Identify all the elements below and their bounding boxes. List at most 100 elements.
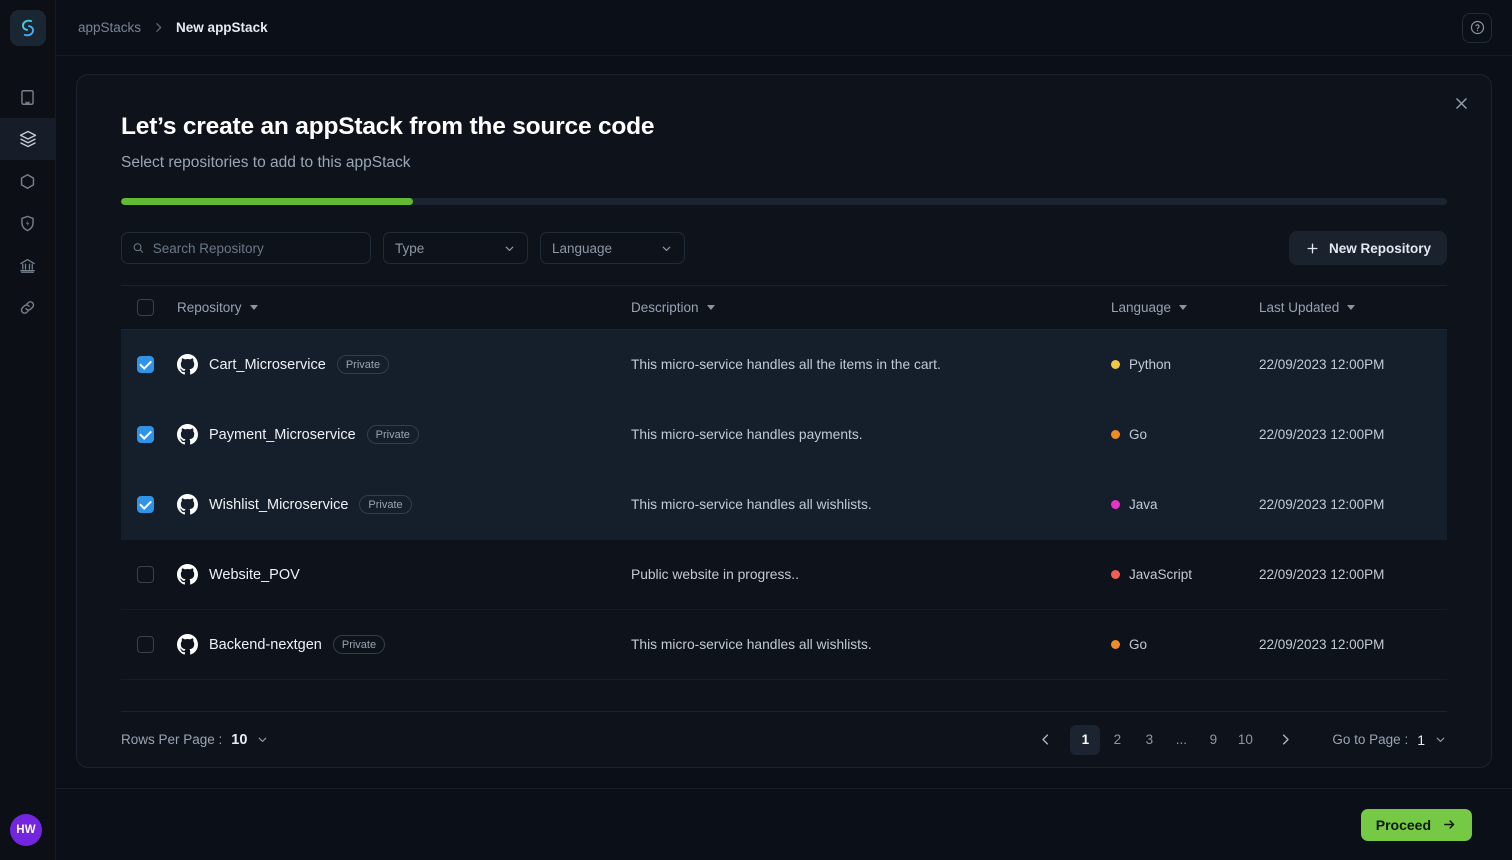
pagination-bar: Rows Per Page : 10 1 2 3... 9 10 Go to Page … xyxy=(121,711,1447,767)
help-button[interactable] xyxy=(1462,12,1492,43)
bank-icon xyxy=(20,258,35,273)
repository-cell: Backend-nextgen Private xyxy=(177,634,631,655)
book-icon xyxy=(21,89,34,105)
page-ellipsis: ... xyxy=(1175,732,1188,747)
select-all-checkbox[interactable] xyxy=(137,299,154,316)
link-icon xyxy=(20,300,35,314)
sidebar-item-layers[interactable] xyxy=(0,118,55,160)
page-button[interactable]: 2 xyxy=(1102,725,1132,755)
next-page-button[interactable] xyxy=(1270,725,1300,755)
search-repository-box[interactable] xyxy=(121,232,371,264)
sidebar-item-hexagon[interactable] xyxy=(0,160,55,202)
proceed-button[interactable]: Proceed xyxy=(1360,808,1472,841)
language-dot xyxy=(1111,360,1120,369)
page-button[interactable]: 3 xyxy=(1134,725,1164,755)
repository-name: Cart_Microservice xyxy=(209,356,326,373)
chevron-down-icon xyxy=(1436,737,1445,742)
sidebar-item-link[interactable] xyxy=(0,286,55,328)
footer-bar: Proceed xyxy=(56,788,1512,860)
visibility-badge: Private xyxy=(359,495,412,514)
table-header-row: Repository Description Language Last Upd… xyxy=(121,286,1447,330)
table-row[interactable]: Payment_Microservice Private This micro-se… xyxy=(121,400,1447,470)
language-name: Python xyxy=(1129,357,1172,372)
language-name: Go xyxy=(1129,637,1148,652)
description-text: This micro-service handles all wishlists… xyxy=(631,636,872,652)
sidebar: HW xyxy=(0,0,56,860)
chevron-right-icon xyxy=(1282,734,1289,745)
column-label-description: Description xyxy=(631,300,699,315)
app-logo[interactable] xyxy=(9,10,46,46)
sort-caret-icon xyxy=(706,305,715,310)
sort-caret-icon xyxy=(249,305,258,310)
page-button[interactable]: 1 xyxy=(1070,724,1101,755)
row-checkbox[interactable] xyxy=(137,566,154,583)
column-label-repository: Repository xyxy=(177,300,242,315)
type-filter-select[interactable]: Type xyxy=(383,232,528,264)
sidebar-item-bank[interactable] xyxy=(0,244,55,286)
go-to-page[interactable]: Go to Page : 1 xyxy=(1332,732,1447,748)
chevron-down-icon xyxy=(259,737,267,742)
language-filter-select[interactable]: Language xyxy=(540,232,685,264)
column-label-language: Language xyxy=(1111,300,1172,315)
hexagon-icon xyxy=(20,173,35,189)
prev-page-button[interactable] xyxy=(1030,725,1060,755)
repository-cell: Payment_Microservice Private xyxy=(177,424,631,445)
row-checkbox[interactable] xyxy=(137,426,154,443)
language-dot xyxy=(1111,640,1120,649)
language-cell: Go xyxy=(1111,427,1259,442)
sidebar-item-security[interactable] xyxy=(0,202,55,244)
description-text: This micro-service handles payments. xyxy=(631,426,863,442)
avatar[interactable]: HW xyxy=(10,814,42,846)
language-name: Go xyxy=(1129,427,1148,442)
last-updated-cell: 22/09/2023 12:00PM xyxy=(1259,496,1447,514)
column-header-description[interactable]: Description xyxy=(631,300,1111,315)
column-header-language[interactable]: Language xyxy=(1111,300,1188,315)
last-updated-text: 22/09/2023 12:00PM xyxy=(1259,496,1385,512)
description-text: This micro-service handles all wishlists… xyxy=(631,496,872,512)
wizard-progress-fill xyxy=(121,198,413,205)
row-select-cell xyxy=(121,566,177,583)
layers-icon xyxy=(19,130,36,148)
last-updated-text: 22/09/2023 12:00PM xyxy=(1259,356,1385,372)
table-row[interactable]: Cart_Microservice Private This micro-servi… xyxy=(121,330,1447,400)
breadcrumb-appstacks[interactable]: appStacks xyxy=(78,20,141,35)
table-row[interactable]: Backend-nextgen Private This micro-service… xyxy=(121,610,1447,680)
page-subtitle: Select repositories to add to this appSt… xyxy=(121,154,411,171)
column-header-last-updated[interactable]: Last Updated xyxy=(1259,300,1447,315)
visibility-badge: Private xyxy=(336,355,390,374)
sort-caret-icon xyxy=(1347,305,1356,310)
page-title: Let’s create an appStack from the source… xyxy=(121,113,655,140)
repository-cell: Wishlist_Microservice Private xyxy=(177,494,631,515)
repository-cell: Cart_Microservice Private xyxy=(177,354,631,375)
description-cell: This micro-service handles all wishlists… xyxy=(631,496,1111,514)
chevron-down-icon xyxy=(662,246,671,251)
main-area: appStacks New appStack Let’s create an a… xyxy=(56,0,1512,860)
last-updated-text: 22/09/2023 12:00PM xyxy=(1259,426,1385,442)
filter-bar: Type Language New Repository xyxy=(77,205,1491,265)
search-input[interactable] xyxy=(152,240,360,256)
github-icon xyxy=(177,494,198,515)
new-repository-button[interactable]: New Repository xyxy=(1288,231,1447,265)
row-select-cell xyxy=(121,356,177,373)
page-list: 1 2 3... 9 10 xyxy=(1022,724,1308,755)
row-checkbox[interactable] xyxy=(137,356,154,373)
description-cell: This micro-service handles all the items… xyxy=(631,356,1111,374)
page-button[interactable]: 9 xyxy=(1198,725,1228,755)
app-logo-icon xyxy=(21,19,34,37)
page-button[interactable]: 10 xyxy=(1230,725,1260,755)
column-header-repository[interactable]: Repository xyxy=(177,300,258,315)
github-icon xyxy=(177,424,198,445)
close-button[interactable] xyxy=(1447,89,1475,117)
rows-per-page[interactable]: Rows Per Page : 10 xyxy=(121,732,269,748)
row-checkbox[interactable] xyxy=(137,496,154,513)
table-row[interactable]: Website_POV Public website in progress.. J… xyxy=(121,540,1447,610)
github-icon xyxy=(177,634,198,655)
description-cell: This micro-service handles all wishlists… xyxy=(631,636,1111,654)
table-row[interactable]: Wishlist_Microservice Private This micro-s… xyxy=(121,470,1447,540)
row-checkbox[interactable] xyxy=(137,636,154,653)
language-name: JavaScript xyxy=(1129,567,1193,582)
sidebar-item-book[interactable] xyxy=(0,76,55,118)
sidebar-nav xyxy=(0,76,55,328)
language-cell: Java xyxy=(1111,497,1259,512)
description-text: Public website in progress.. xyxy=(631,566,799,582)
